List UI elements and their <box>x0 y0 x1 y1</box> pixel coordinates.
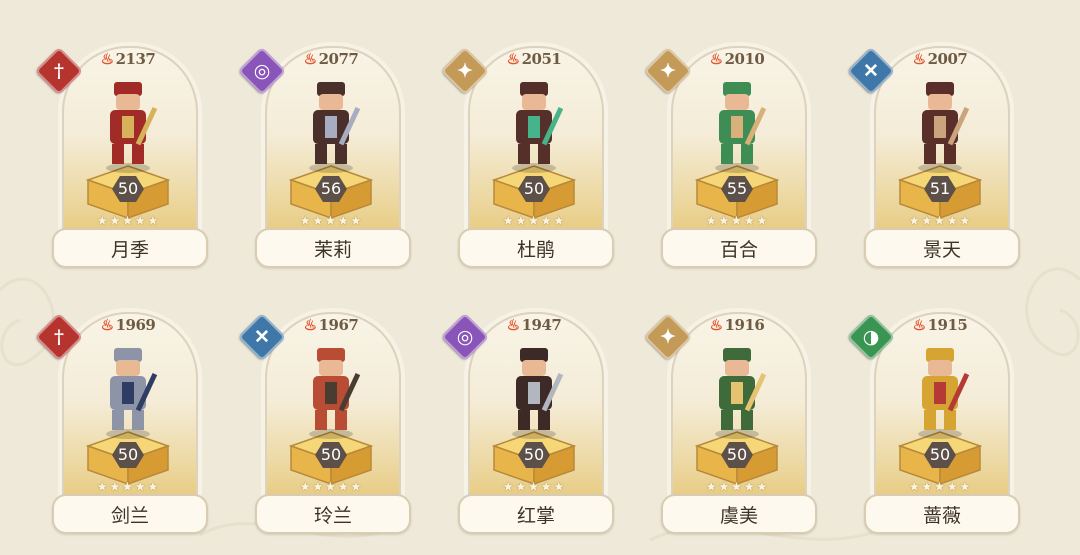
star-rating: ★★★★★ <box>908 214 972 229</box>
power-rating: ♨ 2051 <box>452 50 616 68</box>
power-value: 2010 <box>724 50 765 68</box>
power-rating: ♨ 2010 <box>655 50 819 68</box>
hero-card-2[interactable]: ✦ ♨ 2051 50 ★★★★★ 杜鹃 <box>440 38 616 268</box>
power-value: 1915 <box>927 316 968 334</box>
hero-sprite <box>715 82 767 173</box>
star-rating: ★★★★★ <box>96 480 160 495</box>
hero-name: 景天 <box>864 228 1020 268</box>
power-rating: ♨ 2077 <box>249 50 413 68</box>
power-rating: ♨ 2137 <box>46 50 210 68</box>
flame-icon: ♨ <box>100 316 114 334</box>
power-value: 1969 <box>115 316 156 334</box>
hero-sprite <box>512 348 564 439</box>
star-rating: ★★★★★ <box>705 214 769 229</box>
power-value: 2137 <box>115 50 156 68</box>
hero-card-1[interactable]: ◎ ♨ 2077 56 ★★★★★ 茉莉 <box>237 38 413 268</box>
hero-sprite <box>309 348 361 439</box>
hero-name: 蔷薇 <box>864 494 1020 534</box>
hero-sprite <box>512 82 564 173</box>
hero-card-7[interactable]: ◎ ♨ 1947 50 ★★★★★ 红掌 <box>440 304 616 534</box>
hero-card-3[interactable]: ✦ ♨ 2010 55 ★★★★★ 百合 <box>643 38 819 268</box>
power-rating: ♨ 1967 <box>249 316 413 334</box>
hero-name: 玲兰 <box>255 494 411 534</box>
power-rating: ♨ 2007 <box>858 50 1022 68</box>
star-rating: ★★★★★ <box>502 214 566 229</box>
flame-icon: ♨ <box>912 316 926 334</box>
hero-sprite <box>918 348 970 439</box>
star-rating: ★★★★★ <box>96 214 160 229</box>
hero-card-6[interactable]: ✕ ♨ 1967 50 ★★★★★ 玲兰 <box>237 304 413 534</box>
hero-sprite <box>106 348 158 439</box>
star-rating: ★★★★★ <box>299 480 363 495</box>
hero-card-0[interactable]: † ♨ 2137 50 ★★★★★ 月季 <box>34 38 210 268</box>
power-rating: ♨ 1969 <box>46 316 210 334</box>
hero-sprite <box>106 82 158 173</box>
star-rating: ★★★★★ <box>502 480 566 495</box>
flame-icon: ♨ <box>912 50 926 68</box>
star-rating: ★★★★★ <box>908 480 972 495</box>
hero-sprite <box>309 82 361 173</box>
hero-card-5[interactable]: † ♨ 1969 50 ★★★★★ 剑兰 <box>34 304 210 534</box>
power-value: 2051 <box>521 50 562 68</box>
hero-name: 月季 <box>52 228 208 268</box>
flame-icon: ♨ <box>100 50 114 68</box>
hero-sprite <box>918 82 970 173</box>
flame-icon: ♨ <box>709 316 723 334</box>
power-value: 2077 <box>318 50 359 68</box>
power-rating: ♨ 1916 <box>655 316 819 334</box>
power-value: 1967 <box>318 316 359 334</box>
power-value: 1916 <box>724 316 765 334</box>
power-rating: ♨ 1947 <box>452 316 616 334</box>
flame-icon: ♨ <box>709 50 723 68</box>
hero-card-4[interactable]: ✕ ♨ 2007 51 ★★★★★ 景天 <box>846 38 1022 268</box>
flame-icon: ♨ <box>303 316 317 334</box>
flame-icon: ♨ <box>506 316 520 334</box>
hero-name: 剑兰 <box>52 494 208 534</box>
hero-name: 百合 <box>661 228 817 268</box>
hero-name: 虞美 <box>661 494 817 534</box>
star-rating: ★★★★★ <box>299 214 363 229</box>
hero-name: 杜鹃 <box>458 228 614 268</box>
hero-grid: † ♨ 2137 50 ★★★★★ 月季 ◎ ♨ 2077 56 ★★★★★ 茉… <box>34 38 1022 534</box>
hero-card-9[interactable]: ◑ ♨ 1915 50 ★★★★★ 蔷薇 <box>846 304 1022 534</box>
hero-name: 茉莉 <box>255 228 411 268</box>
power-value: 1947 <box>521 316 562 334</box>
star-rating: ★★★★★ <box>705 480 769 495</box>
hero-sprite <box>715 348 767 439</box>
power-rating: ♨ 1915 <box>858 316 1022 334</box>
flame-icon: ♨ <box>303 50 317 68</box>
power-value: 2007 <box>927 50 968 68</box>
hero-name: 红掌 <box>458 494 614 534</box>
flame-icon: ♨ <box>506 50 520 68</box>
hero-card-8[interactable]: ✦ ♨ 1916 50 ★★★★★ 虞美 <box>643 304 819 534</box>
